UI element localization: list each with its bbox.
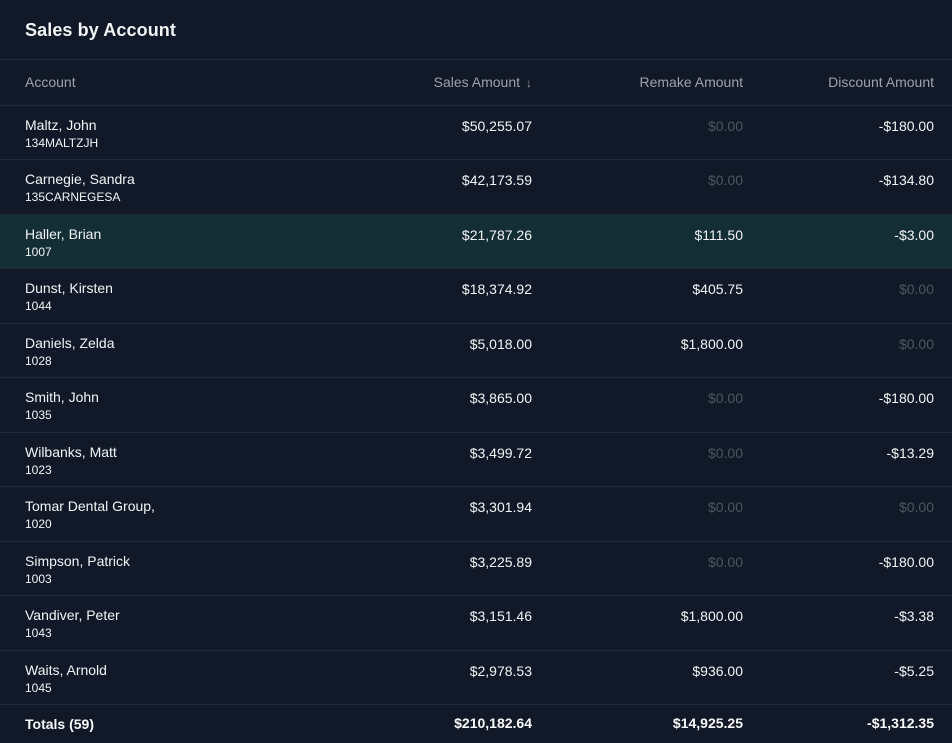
sales-amount: $21,787.26 [461, 226, 532, 243]
discount-amount: -$13.29 [886, 444, 934, 461]
discount-amount: -$180.00 [878, 553, 934, 570]
account-id: 1023 [25, 462, 52, 477]
header-row: Account Sales Amount ↓ Remake Amount Disc… [0, 60, 952, 106]
sales-amount: $3,499.72 [469, 444, 532, 461]
discount-amount: -$180.00 [878, 117, 934, 134]
discount-amount: $0.00 [898, 335, 934, 352]
account-name: Tomar Dental Group, [25, 498, 155, 514]
account-cell: Wilbanks, Matt 1023 [0, 432, 340, 487]
remake-amount: $405.75 [692, 281, 743, 297]
column-header-remake-label: Remake Amount [639, 74, 744, 91]
account-id: 1028 [25, 353, 52, 368]
account-name: Smith, John [25, 389, 99, 405]
table-row-highlighted[interactable]: Haller, Brian 1007 $21,787.26 $111.50 -$… [0, 214, 952, 269]
account-name: Carnegie, Sandra [25, 171, 135, 187]
remake-amount: $0.00 [707, 499, 743, 515]
account-name: Waits, Arnold [25, 661, 107, 678]
remake-amount: $0.00 [707, 444, 743, 461]
account-id: 1035 [25, 408, 52, 422]
account-id: 134MALTZJH [25, 135, 99, 150]
account-cell: Tomar Dental Group, 1020 [0, 487, 340, 542]
table-row[interactable]: Simpson, Patrick 1003 $3,225.89 $0.00 -$… [0, 541, 952, 596]
totals-discount-amount: -$1,312.35 [867, 715, 934, 732]
account-cell: Dunst, Kirsten 1044 [0, 269, 340, 324]
sales-amount: $3,301.94 [469, 499, 532, 515]
account-name: Maltz, John [25, 116, 97, 133]
remake-amount: $936.00 [692, 662, 743, 679]
remake-amount: $0.00 [707, 172, 743, 188]
discount-amount: -$134.80 [878, 172, 934, 188]
discount-amount: -$3.38 [894, 608, 934, 624]
table-row[interactable]: Carnegie, Sandra 135CARNEGESA $42,173.59… [0, 160, 952, 215]
remake-amount: $1,800.00 [680, 608, 743, 624]
sales-table: Account Sales Amount ↓ Remake Amount Disc… [0, 60, 952, 743]
account-id: 1007 [25, 244, 52, 259]
remake-amount: $0.00 [707, 553, 743, 570]
discount-amount: -$3.00 [894, 226, 934, 243]
sales-amount: $18,374.92 [461, 281, 532, 297]
panel-header: Sales by Account [0, 0, 952, 60]
account-id: 1020 [25, 517, 52, 531]
account-name: Dunst, Kirsten [25, 280, 113, 296]
table-row[interactable]: Tomar Dental Group, 1020 $3,301.94 $0.00… [0, 487, 952, 542]
table-header: Account Sales Amount ↓ Remake Amount Disc… [0, 60, 952, 106]
sales-by-account-panel: Sales by Account Account Sales Amount ↓ R… [0, 0, 952, 738]
column-header-remake[interactable]: Remake Amount [540, 60, 745, 106]
account-cell: Haller, Brian 1007 [0, 214, 340, 269]
table-row[interactable]: Smith, John 1035 $3,865.00 $0.00 -$180.0… [0, 378, 952, 433]
account-name: Haller, Brian [25, 225, 102, 242]
sales-amount: $2,978.53 [469, 662, 532, 679]
account-name: Wilbanks, Matt [25, 443, 117, 460]
remake-amount: $111.50 [694, 226, 743, 243]
table-body: Maltz, John 134MALTZJH $50,255.07 $0.00 … [0, 105, 952, 743]
totals-sales-amount: $210,182.64 [454, 715, 532, 732]
sales-amount: $3,151.46 [469, 608, 532, 624]
account-name: Daniels, Zelda [25, 334, 115, 351]
account-name: Vandiver, Peter [25, 607, 120, 623]
account-cell: Simpson, Patrick 1003 [0, 541, 340, 596]
account-cell: Carnegie, Sandra 135CARNEGESA [0, 160, 340, 215]
panel-title: Sales by Account [25, 20, 176, 40]
sales-amount: $3,225.89 [469, 553, 532, 570]
account-id: 1045 [25, 680, 52, 695]
account-cell: Vandiver, Peter 1043 [0, 596, 340, 651]
column-header-discount-label: Discount Amount [828, 74, 934, 91]
remake-amount: $1,800.00 [680, 335, 743, 352]
table-row[interactable]: Vandiver, Peter 1043 $3,151.46 $1,800.00… [0, 596, 952, 651]
totals-remake-amount: $14,925.25 [672, 715, 743, 732]
account-cell: Smith, John 1035 [0, 378, 340, 433]
sales-amount: $3,865.00 [469, 390, 532, 406]
table-row[interactable]: Maltz, John 134MALTZJH $50,255.07 $0.00 … [0, 105, 952, 160]
totals-row: Totals (59) $210,182.64 $14,925.25 -$1,3… [0, 705, 952, 743]
remake-amount: $0.00 [707, 390, 743, 406]
column-header-sales[interactable]: Sales Amount ↓ [340, 60, 540, 106]
account-id: 1044 [25, 299, 52, 313]
column-header-discount[interactable]: Discount Amount [745, 60, 952, 106]
column-header-account-label: Account [25, 74, 76, 91]
account-cell: Daniels, Zelda 1028 [0, 323, 340, 378]
remake-amount: $0.00 [707, 117, 743, 134]
account-name: Simpson, Patrick [25, 552, 131, 569]
sales-amount: $42,173.59 [461, 172, 532, 188]
sort-descending-icon[interactable]: ↓ [526, 76, 532, 90]
sales-amount: $5,018.00 [469, 335, 532, 352]
account-id: 135CARNEGESA [25, 190, 121, 204]
table-row[interactable]: Wilbanks, Matt 1023 $3,499.72 $0.00 -$13… [0, 432, 952, 487]
column-header-account[interactable]: Account [0, 60, 340, 106]
account-cell: Maltz, John 134MALTZJH [0, 105, 340, 160]
account-cell: Waits, Arnold 1045 [0, 650, 340, 705]
discount-amount: -$180.00 [878, 390, 934, 406]
sales-amount: $50,255.07 [461, 117, 532, 134]
discount-amount: -$5.25 [894, 662, 934, 679]
account-id: 1043 [25, 626, 52, 640]
discount-amount: $0.00 [898, 499, 934, 515]
table-row[interactable]: Waits, Arnold 1045 $2,978.53 $936.00 -$5… [0, 650, 952, 705]
table-row[interactable]: Daniels, Zelda 1028 $5,018.00 $1,800.00 … [0, 323, 952, 378]
account-id: 1003 [25, 571, 52, 586]
discount-amount: $0.00 [898, 281, 934, 297]
column-header-sales-label: Sales Amount [433, 74, 520, 91]
table-row[interactable]: Dunst, Kirsten 1044 $18,374.92 $405.75 $… [0, 269, 952, 324]
totals-label: Totals (59) [25, 715, 94, 732]
